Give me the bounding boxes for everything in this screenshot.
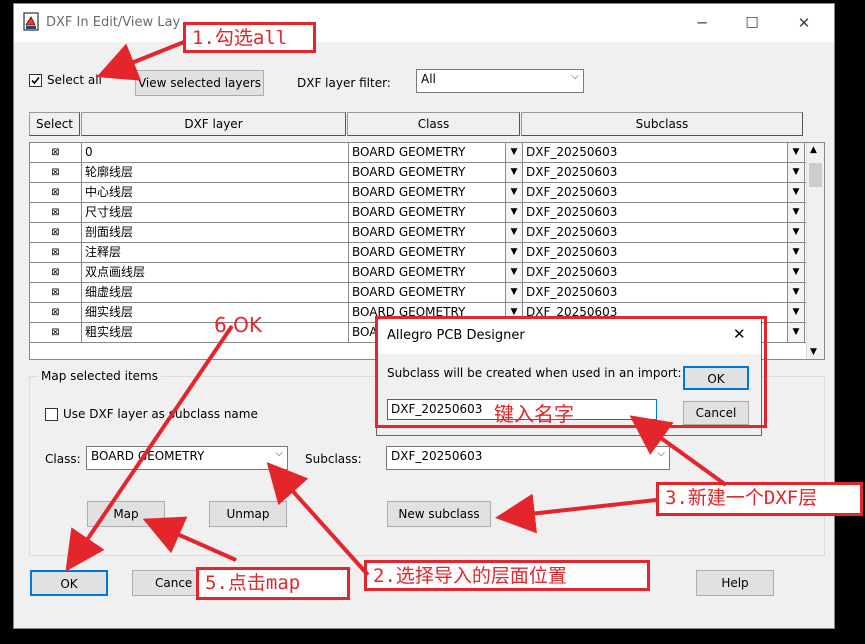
annotation-arrows — [65, 40, 728, 577]
arrow-to-map — [142, 516, 237, 562]
arrow-to-input — [629, 415, 728, 487]
arrow-to-select-all — [96, 40, 185, 81]
arrow-to-new-subclass — [495, 493, 657, 534]
arrow-to-ok — [65, 324, 234, 572]
arrow-to-class-select — [266, 462, 370, 577]
